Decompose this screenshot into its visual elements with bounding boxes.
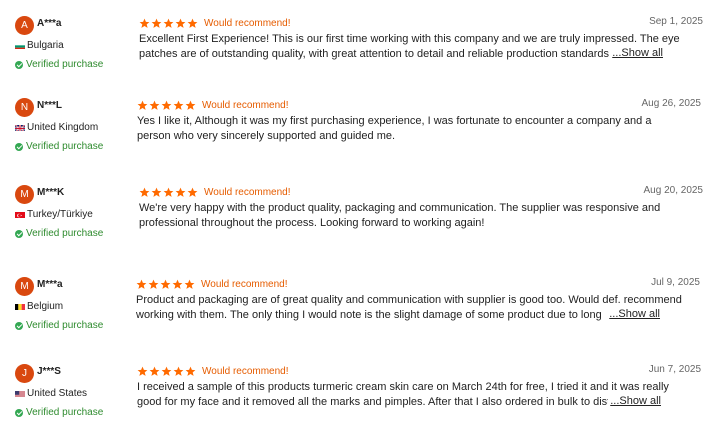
reviewer-country: Turkey/Türkiye [15, 209, 93, 220]
country-label: Belgium [27, 301, 64, 312]
review-text: We're very happy with the product qualit… [139, 202, 661, 229]
verified-label: Verified purchase [26, 141, 104, 152]
reviewer-name: M***a [37, 279, 63, 290]
star-icon [139, 187, 150, 198]
show-all-link[interactable]: ...Show all [610, 47, 663, 59]
review-date: Jul 9, 2025 [651, 277, 700, 288]
reviewer-country: Bulgaria [15, 40, 64, 51]
star-icon [137, 366, 148, 377]
review-date: Jun 7, 2025 [648, 364, 701, 375]
review-text: Yes I like it, Although it was my first … [137, 115, 652, 142]
check-icon [15, 142, 23, 151]
star-rating: Would recommend! [137, 364, 289, 378]
verified-label: Verified purchase [26, 228, 104, 239]
reviewer-country: United States [15, 388, 87, 399]
star-icon [163, 187, 174, 198]
recommend-label: Would recommend! [204, 17, 291, 29]
star-icon [185, 366, 196, 377]
uk-flag-icon [15, 124, 25, 131]
check-icon [15, 229, 23, 238]
reviewer-country: United Kingdom [15, 122, 98, 133]
star-icon [175, 187, 186, 198]
verified-label: Verified purchase [26, 59, 104, 70]
country-label: United Kingdom [27, 122, 99, 133]
star-icon [136, 279, 147, 290]
country-label: Bulgaria [27, 40, 64, 51]
star-icon [175, 18, 186, 29]
avatar: M [15, 277, 34, 296]
avatar: A [15, 16, 34, 35]
verified-label: Verified purchase [26, 320, 104, 331]
verified-badge: Verified purchase [15, 228, 103, 239]
recommend-label: Would recommend! [204, 186, 291, 198]
avatar: J [15, 364, 34, 383]
reviewer-name: N***L [37, 100, 63, 111]
avatar: M [15, 185, 34, 204]
show-all-link[interactable]: ...Show all [607, 308, 660, 320]
star-icon [184, 279, 195, 290]
review-date: Aug 20, 2025 [643, 185, 704, 196]
star-icon [151, 187, 162, 198]
star-icon [161, 366, 172, 377]
avatar: N [15, 98, 34, 117]
country-label: Turkey/Türkiye [27, 209, 93, 220]
star-icon [172, 279, 183, 290]
star-icon [185, 100, 196, 111]
bulgaria-flag-icon [15, 42, 25, 49]
verified-badge: Verified purchase [15, 141, 103, 152]
country-label: United States [27, 388, 88, 399]
verified-badge: Verified purchase [15, 320, 103, 331]
reviewer-name: A***a [37, 18, 62, 29]
star-rating: Would recommend! [136, 277, 288, 291]
check-icon [15, 321, 23, 330]
review-text: I received a sample of this products tur… [137, 381, 669, 408]
reviewer-name: M***K [37, 187, 65, 198]
star-icon [149, 100, 160, 111]
star-icon [187, 18, 198, 29]
review-date: Sep 1, 2025 [649, 16, 703, 27]
verified-label: Verified purchase [26, 407, 104, 418]
review-text: Excellent First Experience! This is our … [139, 33, 680, 60]
star-icon [163, 18, 174, 29]
star-rating: Would recommend! [139, 185, 291, 199]
recommend-label: Would recommend! [202, 365, 289, 377]
star-icon [149, 366, 160, 377]
verified-badge: Verified purchase [15, 59, 103, 70]
recommend-label: Would recommend! [202, 99, 289, 111]
star-rating: Would recommend! [137, 98, 289, 112]
review-text: Product and packaging are of great quali… [136, 294, 682, 321]
show-all-link[interactable]: ...Show all [608, 395, 661, 407]
reviewer-country: Belgium [15, 301, 63, 312]
star-icon [160, 279, 171, 290]
reviewer-name: J***S [37, 366, 61, 377]
recommend-label: Would recommend! [201, 278, 288, 290]
review-date: Aug 26, 2025 [641, 98, 702, 109]
check-icon [15, 408, 23, 417]
star-icon [173, 100, 184, 111]
verified-badge: Verified purchase [15, 407, 103, 418]
belgium-flag-icon [15, 303, 25, 310]
check-icon [15, 60, 23, 69]
star-icon [173, 366, 184, 377]
star-rating: Would recommend! [139, 16, 291, 30]
star-icon [137, 100, 148, 111]
star-icon [139, 18, 150, 29]
star-icon [148, 279, 159, 290]
star-icon [161, 100, 172, 111]
star-icon [151, 18, 162, 29]
star-icon [187, 187, 198, 198]
turkey-flag-icon [15, 211, 25, 218]
us-flag-icon [15, 390, 25, 397]
